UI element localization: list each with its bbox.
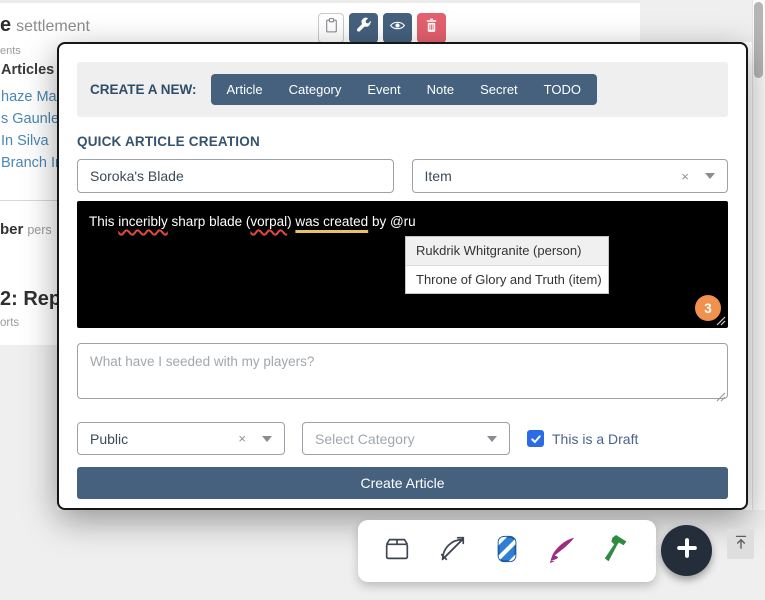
barrel-button[interactable] [490, 534, 524, 568]
articles-header: Articles [1, 62, 55, 78]
article-link[interactable]: Branch In [1, 155, 63, 171]
text-fragment: ents [0, 45, 21, 57]
wrench-icon [355, 17, 372, 39]
clipboard-icon [323, 17, 340, 39]
edit-button[interactable] [349, 13, 378, 43]
tab-todo[interactable]: TODO [531, 74, 594, 105]
create-new-header: CREATE A NEW: Article Category Event Not… [77, 62, 728, 117]
box-button[interactable] [380, 534, 414, 568]
editor-text-run: This [89, 214, 119, 229]
clipboard-button[interactable] [318, 13, 344, 43]
mention-autocomplete: Rukdrik Whitgranite (person) Throne of G… [405, 236, 609, 294]
member-heading-bold: ber [0, 221, 24, 238]
create-new-label: CREATE A NEW: [90, 82, 197, 97]
autocomplete-option[interactable]: Throne of Glory and Truth (item) [406, 265, 608, 293]
draft-checkbox[interactable] [527, 430, 544, 447]
scroll-to-top-icon [732, 533, 750, 556]
section-title: QUICK ARTICLE CREATION [77, 134, 260, 149]
visibility-select[interactable]: Public × [77, 422, 285, 455]
resize-handle-icon[interactable] [716, 316, 726, 326]
hammer-icon [602, 534, 632, 569]
create-type-tabbar: Article Category Event Note Secret TODO [210, 74, 597, 105]
tab-event[interactable]: Event [354, 74, 413, 105]
misspelled-word: inceribly [118, 214, 168, 229]
editor-text-run: by @ru [368, 214, 416, 229]
barrel-icon [492, 534, 522, 569]
article-type-value: Item [424, 168, 452, 184]
quick-create-toolbar [358, 520, 656, 582]
scroll-to-top-button[interactable] [727, 529, 754, 559]
create-article-button[interactable]: Create Article [77, 467, 728, 499]
eye-icon [389, 17, 406, 39]
plus-icon [673, 534, 701, 567]
draft-checkbox-label: This is a Draft [552, 430, 639, 447]
member-heading: ber pers [0, 221, 52, 239]
tab-article[interactable]: Article [214, 74, 276, 105]
seeds-field [77, 343, 728, 404]
screen: e settlement ents Articles haze Man s Gau… [0, 0, 765, 600]
chevron-down-icon [705, 173, 715, 179]
clear-icon[interactable]: × [238, 431, 246, 446]
tab-note[interactable]: Note [414, 74, 467, 105]
autocomplete-option[interactable]: Rukdrik Whitgranite (person) [406, 237, 608, 265]
page-title: e settlement [0, 14, 90, 37]
category-placeholder: Select Category [315, 430, 415, 447]
title-type-row: Item × [77, 159, 728, 193]
member-heading-type: pers [27, 223, 52, 237]
view-button[interactable] [383, 13, 412, 43]
quill-icon [547, 534, 577, 569]
article-title-field [77, 159, 394, 193]
report-subtext: orts [0, 317, 20, 329]
hammer-button[interactable] [600, 534, 634, 568]
article-link[interactable]: In Silva [1, 133, 49, 149]
page-title-type: settlement [16, 18, 90, 35]
box-icon [382, 534, 412, 569]
editor-text-run: sharp blade ( [167, 214, 251, 229]
bow-arrow-icon [437, 534, 467, 569]
article-type-select[interactable]: Item × [411, 159, 728, 193]
misspelled-word: vorpal [250, 214, 288, 229]
options-row: Public × Select Category This is a Draft [77, 422, 728, 455]
article-link[interactable]: haze Man [1, 89, 65, 105]
grammar-flagged-phrase: was created [295, 214, 369, 229]
article-title-input[interactable] [78, 160, 393, 192]
category-select[interactable]: Select Category [302, 422, 510, 455]
quill-button[interactable] [545, 534, 579, 568]
add-button[interactable] [661, 525, 712, 576]
article-actions-toolbar [318, 13, 446, 43]
chevron-down-icon [487, 435, 497, 442]
quick-article-modal: CREATE A NEW: Article Category Event Not… [57, 42, 748, 510]
clear-icon[interactable]: × [681, 169, 689, 184]
editor-text: This inceribly sharp blade (vorpal) was … [77, 201, 728, 243]
delete-button[interactable] [417, 13, 446, 43]
tab-secret[interactable]: Secret [467, 74, 531, 105]
draft-checkbox-group[interactable]: This is a Draft [527, 430, 638, 447]
page-title-fragment: e [0, 14, 12, 36]
tab-category[interactable]: Category [276, 74, 355, 105]
seeds-textarea[interactable] [77, 343, 728, 399]
resize-handle-icon[interactable] [716, 392, 726, 402]
divider [0, 200, 57, 201]
bow-arrow-button[interactable] [435, 534, 469, 568]
article-content-editor[interactable]: This inceribly sharp blade (vorpal) was … [77, 201, 728, 328]
article-link[interactable]: s Gaunlet [1, 111, 63, 127]
trash-icon [423, 17, 440, 39]
scrollbar-thumb[interactable] [754, 2, 763, 78]
chevron-down-icon [262, 435, 272, 442]
visibility-value: Public [90, 430, 129, 447]
background-panel [640, 0, 752, 42]
